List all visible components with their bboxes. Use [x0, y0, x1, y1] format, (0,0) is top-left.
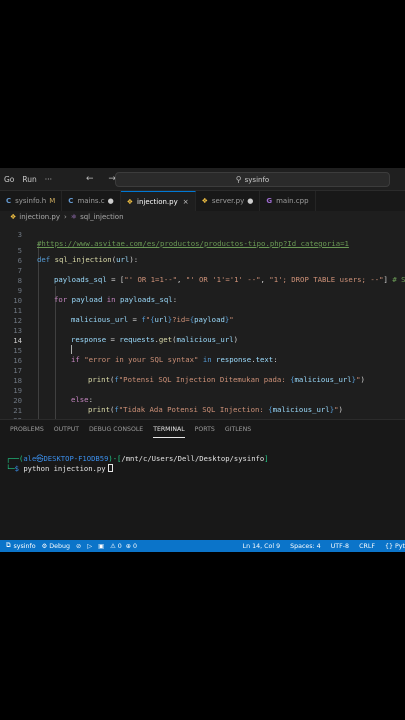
function-symbol-icon: ⚛ — [70, 213, 78, 221]
code-line: 15 if "error in your SQL syntax" in resp… — [0, 337, 405, 364]
search-text: sysinfo — [244, 175, 270, 184]
python-file-icon: ❖ — [10, 213, 17, 221]
code-line: 10 — [0, 287, 405, 305]
chevron-right-icon: › — [63, 213, 67, 221]
status-right: Ln 14, Col 9 Spaces: 4 UTF-8 CRLF {} Pyt — [243, 540, 405, 552]
remote-icon[interactable]: ⧉ — [6, 542, 11, 550]
cursor-position[interactable]: Ln 14, Col 9 — [243, 543, 281, 550]
code-line: 22 sql_injection("https://www.asvitae.co… — [0, 407, 405, 419]
panel-tab-bar: PROBLEMS OUTPUT DEBUG CONSOLE TERMINAL P… — [0, 420, 405, 440]
lock-icon[interactable]: ▣ — [98, 543, 104, 550]
code-line: 19 else: — [0, 377, 405, 404]
terminal-user-host: ale㉿DESKTOP-F1ODB59 — [23, 454, 109, 463]
code-line: 5 def sql_injection(url): — [0, 237, 405, 264]
indentation[interactable]: Spaces: 4 — [290, 543, 321, 550]
python-file-icon: ❖ — [126, 197, 134, 206]
tab-problems[interactable]: PROBLEMS — [10, 420, 44, 440]
code-line: 6 — [0, 247, 405, 265]
c-file-icon: C — [68, 197, 74, 205]
warnings-count: 0 — [117, 542, 122, 550]
encoding[interactable]: UTF-8 — [331, 543, 349, 550]
tab-sysinfo-h[interactable]: C sysinfo.h M — [0, 191, 63, 211]
tab-label: sysinfo.h — [15, 197, 47, 205]
prompt-corner: ┌──( — [6, 454, 24, 463]
vscode-window: Go Run ··· ← → ⚲ sysinfo C sysinfo.h M C… — [0, 168, 405, 552]
ports-count: 0 — [133, 542, 138, 550]
menu-go[interactable]: Go — [0, 175, 18, 184]
error-icon[interactable]: ⊘ — [76, 543, 81, 550]
terminal-path: /mnt/c/Users/Dell/Desktop/sysinfo — [121, 454, 265, 463]
title-bar: Go Run ··· ← → ⚲ sysinfo — [0, 168, 405, 191]
back-arrow-icon[interactable]: ← — [86, 174, 94, 184]
tab-output[interactable]: OUTPUT — [54, 420, 79, 440]
terminal-output[interactable]: ┌──(ale㉿DESKTOP-F1ODB59)-[/mnt/c/Users/D… — [6, 454, 269, 474]
tab-injection-py[interactable]: ❖ injection.py × — [120, 191, 196, 211]
play-icon[interactable]: ▷ — [87, 543, 92, 550]
ports-icon[interactable]: ⊕ — [126, 543, 131, 550]
end-of-line[interactable]: CRLF — [359, 543, 375, 550]
code-line: 18 — [0, 367, 405, 385]
code-line: 13 response = requests.get(malicious_url… — [0, 317, 405, 344]
close-tab-icon[interactable]: × — [183, 198, 189, 206]
editor-tab-bar: C sysinfo.h M C mains.c ● ❖ injection.py… — [0, 191, 405, 211]
code-line: 11 malicious_url = f"{url}?id={payload}" — [0, 297, 405, 324]
c-file-icon: C — [6, 197, 12, 205]
breadcrumb-file[interactable]: injection.py — [19, 213, 60, 221]
tab-mains-c[interactable]: C mains.c ● — [62, 191, 121, 211]
tab-label: main.cpp — [276, 197, 309, 205]
code-line-current: 14 — [0, 327, 405, 354]
breadcrumb-symbol[interactable]: sql_injection — [80, 213, 123, 221]
menu-more[interactable]: ··· — [41, 175, 56, 184]
status-branch[interactable]: sysinfo — [14, 543, 36, 550]
tab-debug-console[interactable]: DEBUG CONSOLE — [89, 420, 143, 440]
tab-main-cpp[interactable]: G main.cpp — [260, 191, 316, 211]
cpp-file-icon: G — [266, 197, 273, 205]
status-debug[interactable]: Debug — [49, 543, 70, 550]
language-mode[interactable]: {} Pyt — [385, 543, 405, 550]
braces-icon: {} — [384, 542, 393, 550]
code-line: 16 — [0, 347, 405, 365]
unsaved-dot-icon: ● — [107, 197, 114, 205]
python-file-icon: ❖ — [201, 197, 208, 205]
modified-indicator: M — [49, 197, 56, 205]
tab-label: server.py — [211, 197, 245, 205]
code-line: 7 payloads_sql = ["' OR 1=1--", "' OR '1… — [0, 257, 405, 284]
terminal-command: python injection.py — [23, 464, 106, 473]
unsaved-dot-icon: ● — [247, 197, 254, 205]
terminal-cursor — [107, 464, 113, 472]
tab-gitlens[interactable]: GITLENS — [225, 420, 251, 440]
code-line: 8 — [0, 267, 405, 285]
menu-run[interactable]: Run — [18, 175, 40, 184]
command-center-search[interactable]: ⚲ sysinfo — [115, 172, 390, 187]
bottom-panel: PROBLEMS OUTPUT DEBUG CONSOLE TERMINAL P… — [0, 419, 405, 543]
code-line: 21 — [0, 397, 405, 415]
code-line: 20 print(f"Tidak Ada Potensi SQL Injecti… — [0, 387, 405, 414]
tab-server-py[interactable]: ❖ server.py ● — [196, 191, 261, 211]
tab-label: injection.py — [137, 197, 178, 206]
tab-ports[interactable]: PORTS — [195, 420, 215, 440]
code-editor[interactable]: 3 #https://www.asvitae.com/es/productos/… — [0, 223, 405, 419]
debug-icon[interactable]: ⚙ — [42, 543, 48, 550]
code-line: 17 print(f"Potensi SQL Injection Ditemuk… — [0, 357, 405, 384]
code-line: 12 — [0, 307, 405, 325]
breadcrumb: ❖ injection.py › ⚛ sql_injection — [0, 211, 405, 223]
status-bar: ⧉ sysinfo ⚙ Debug ⊘ ▷ ▣ ⚠ 0 ⊕ 0 Ln 14, C… — [0, 540, 405, 552]
warning-icon[interactable]: ⚠ — [110, 543, 116, 550]
tab-terminal[interactable]: TERMINAL — [153, 420, 186, 440]
code-line: 9 for payload in payloads_sql: — [0, 277, 405, 304]
tab-label: mains.c — [77, 197, 105, 205]
code-line: 3 #https://www.asvitae.com/es/productos/… — [0, 223, 405, 248]
search-icon: ⚲ — [235, 175, 242, 184]
